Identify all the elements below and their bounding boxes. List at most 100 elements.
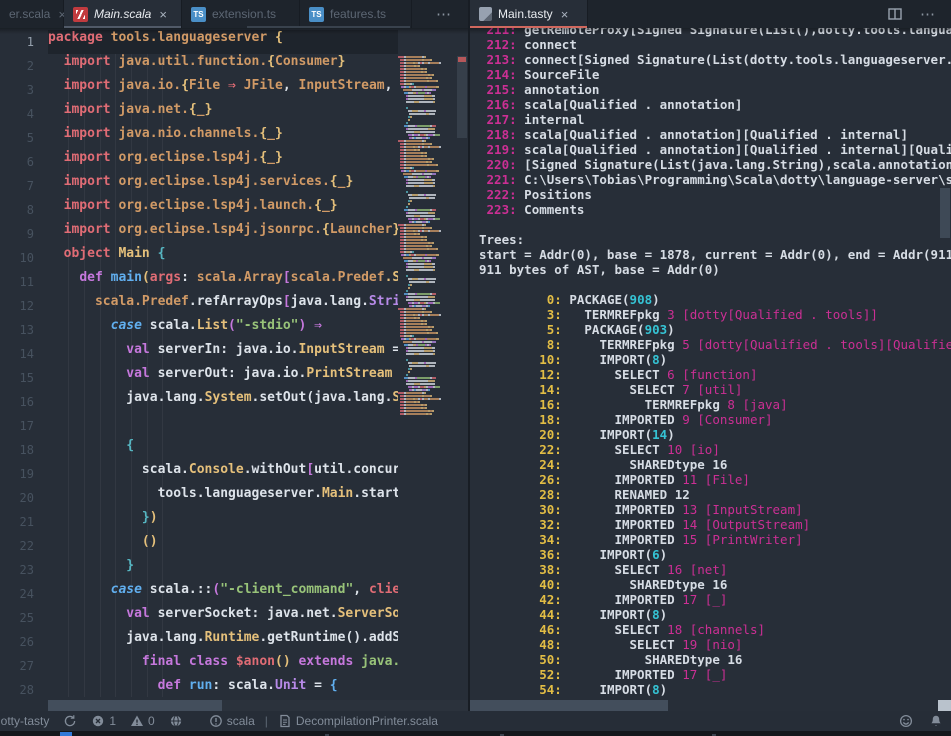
line-number[interactable]: 23 <box>0 558 34 582</box>
tasty-line: 24: SHAREDtype 16 <box>479 457 951 472</box>
line-number[interactable]: 12 <box>0 294 34 318</box>
code-line: def main(args: scala.Array[scala.Predef.… <box>48 270 398 294</box>
minimap[interactable] <box>398 56 456 456</box>
tab-extension-ts[interactable]: TS extension.ts <box>182 0 300 28</box>
code-line: java.lang.System.setOut(java.lang.Sy <box>48 390 398 414</box>
tasty-line: 38: SELECT 16 [net] <box>479 562 951 577</box>
code-line: java.lang.Runtime.getRuntime().addSh <box>48 630 398 654</box>
tasty-line: 16: TERMREFpkg 8 [java] <box>479 397 951 412</box>
line-number[interactable]: 28 <box>0 678 34 702</box>
tasty-line: 42: IMPORTED 17 [_] <box>479 592 951 607</box>
active-file-icon <box>278 714 292 728</box>
line-number[interactable]: 26 <box>0 630 34 654</box>
tasty-line: 0: PACKAGE(908) <box>479 292 951 307</box>
tab-bar-left: er.scala × Main.scala × TS extension.ts … <box>0 0 468 28</box>
tasty-line: 223: Comments <box>479 202 951 217</box>
line-number[interactable]: 6 <box>0 150 34 174</box>
close-icon[interactable]: × <box>561 7 569 22</box>
tab-main-scala[interactable]: Main.scala × <box>64 0 182 28</box>
tasty-line: 911 bytes of AST, base = Addr(0) <box>479 262 951 277</box>
tasty-line: 20: IMPORT(14) <box>479 427 951 442</box>
os-taskbar-strip <box>0 731 951 736</box>
tasty-line: 26: IMPORTED 11 [File] <box>479 472 951 487</box>
tasty-line: 28: RENAMED 12 <box>479 487 951 502</box>
line-number[interactable]: 11 <box>0 270 34 294</box>
tab-er-scala[interactable]: er.scala × <box>0 0 64 28</box>
sync-icon <box>63 714 77 728</box>
tasty-line: 12: SELECT 6 [function] <box>479 367 951 382</box>
code-line: import java.nio.channels.{_} <box>48 126 398 150</box>
overview-ruler[interactable] <box>456 56 468 711</box>
tasty-line: 5: PACKAGE(903) <box>479 322 951 337</box>
code-line: import org.eclipse.lsp4j.jsonrpc.{Launch… <box>48 222 398 246</box>
globe-icon <box>169 714 183 728</box>
tasty-line: 10: IMPORT(8) <box>479 352 951 367</box>
line-number[interactable]: 8 <box>0 198 34 222</box>
editor-main-tasty[interactable]: 211: getRemoteProxy[Signed Signature(Lis… <box>470 28 951 711</box>
sync-button[interactable] <box>63 714 77 728</box>
more-actions-icon[interactable]: ⋯ <box>920 0 936 28</box>
editor-main-scala[interactable]: 1234567891011121314151617181920212223242… <box>0 28 468 711</box>
code-line: import org.eclipse.lsp4j.{_} <box>48 150 398 174</box>
tasty-line: 48: SELECT 19 [nio] <box>479 637 951 652</box>
notifications-bell-icon[interactable] <box>929 714 943 728</box>
code-line: import java.util.function.{Consumer} <box>48 54 398 78</box>
line-number[interactable]: 22 <box>0 534 34 558</box>
line-number[interactable]: 19 <box>0 462 34 486</box>
git-branch-indicator[interactable]: dotty-tasty <box>0 714 49 728</box>
line-number[interactable]: 3 <box>0 78 34 102</box>
split-editor-icon[interactable] <box>888 7 902 26</box>
problems-warnings[interactable]: 0 <box>130 714 155 728</box>
live-share-button[interactable] <box>169 714 183 728</box>
tasty-line: 212: connect <box>479 37 951 52</box>
left-hscrollbar-thumb[interactable] <box>48 700 222 711</box>
tasty-line: 218: scala[Qualified . annotation][Quali… <box>479 127 951 142</box>
more-tabs-icon[interactable]: ⋯ <box>436 0 452 28</box>
line-number[interactable]: 14 <box>0 342 34 366</box>
tab-label: Main.scala <box>94 7 151 21</box>
line-number[interactable]: 25 <box>0 606 34 630</box>
tasty-line: 36: IMPORT(6) <box>479 547 951 562</box>
line-number[interactable]: 2 <box>0 54 34 78</box>
line-number[interactable]: 5 <box>0 126 34 150</box>
feedback-smiley-icon[interactable] <box>899 714 913 728</box>
line-number[interactable]: 4 <box>0 102 34 126</box>
code-line: object Main { <box>48 246 398 270</box>
language-status[interactable]: scala | DecompilationPrinter.scala <box>209 714 438 728</box>
line-number[interactable]: 13 <box>0 318 34 342</box>
line-number[interactable]: 16 <box>0 390 34 414</box>
line-number[interactable]: 10 <box>0 246 34 270</box>
line-number[interactable]: 20 <box>0 486 34 510</box>
line-number[interactable]: 15 <box>0 366 34 390</box>
tab-features-ts[interactable]: TS features.ts <box>300 0 412 28</box>
scala-file-icon <box>73 7 88 22</box>
close-icon[interactable]: × <box>159 7 167 22</box>
line-number[interactable]: 18 <box>0 438 34 462</box>
tasty-line <box>479 217 951 232</box>
tasty-line: 216: scala[Qualified . annotation] <box>479 97 951 112</box>
code-line: tools.languageserver.Main.startS <box>48 486 398 510</box>
right-vscrollbar-thumb[interactable] <box>940 188 950 238</box>
language-mode-label: scala <box>227 714 255 728</box>
code-line: case scala.List("-stdio") ⇒ <box>48 318 398 342</box>
line-number[interactable]: 7 <box>0 174 34 198</box>
line-number[interactable]: 27 <box>0 654 34 678</box>
code-line: scala.Console.withOut[util.concurr <box>48 462 398 486</box>
code-line: case scala.::("-client_command", clien <box>48 582 398 606</box>
vertical-scrollbar-thumb[interactable] <box>457 56 467 138</box>
tasty-line: 52: IMPORTED 17 [_] <box>479 667 951 682</box>
line-number[interactable]: 9 <box>0 222 34 246</box>
tasty-line: 217: internal <box>479 112 951 127</box>
line-number[interactable]: 21 <box>0 510 34 534</box>
problems-errors[interactable]: 1 <box>91 714 116 728</box>
code-line: { <box>48 438 398 462</box>
line-number[interactable]: 17 <box>0 414 34 438</box>
line-number[interactable]: 24 <box>0 582 34 606</box>
tab-main-tasty[interactable]: Main.tasty × <box>470 0 588 28</box>
tasty-line: 44: IMPORT(8) <box>479 607 951 622</box>
line-number-gutter[interactable]: 1234567891011121314151617181920212223242… <box>0 30 34 702</box>
minimap-line <box>398 413 456 416</box>
line-number[interactable]: 1 <box>0 30 34 54</box>
tab-bar-right: Main.tasty × ⋯ <box>470 0 951 28</box>
right-hscrollbar-thumb[interactable] <box>470 700 668 711</box>
